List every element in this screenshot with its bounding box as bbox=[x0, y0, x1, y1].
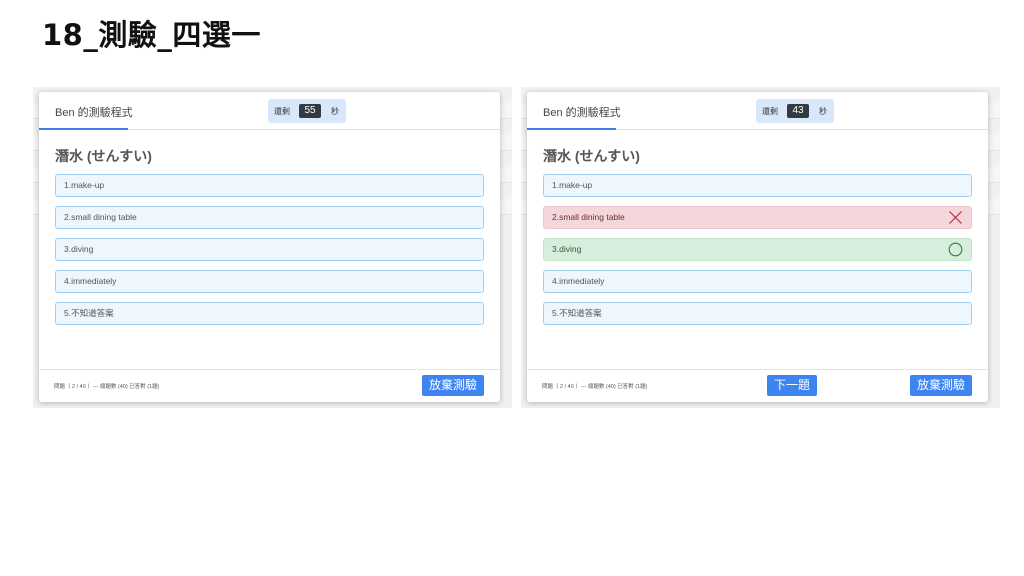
answer-option-5[interactable]: 5.不知道答案 bbox=[543, 302, 972, 325]
answer-option-5[interactable]: 5.不知道答案 bbox=[55, 302, 484, 325]
countdown-timer: 還剩 55 秒 bbox=[268, 99, 346, 123]
answer-option-4[interactable]: 4.immediately bbox=[543, 270, 972, 293]
question-text: 潛水 (せんすい) bbox=[55, 148, 152, 164]
question-text: 潛水 (せんすい) bbox=[543, 148, 640, 164]
quiz-modal: Ben 的測驗程式 還剩 55 秒 潛水 (せんすい) 1.make-up 2.… bbox=[39, 92, 500, 402]
timer-value: 55 bbox=[299, 104, 321, 118]
progress-status: 問題（ 2 / 40 ）--- 總題數 (40) 已答對 (1題) bbox=[54, 384, 160, 390]
answer-option-1[interactable]: 1.make-up bbox=[55, 174, 484, 197]
timer-prefix: 還剩 bbox=[274, 107, 290, 116]
program-name-tab[interactable]: Ben 的測驗程式 bbox=[543, 104, 621, 120]
timer-prefix: 還剩 bbox=[762, 107, 778, 116]
quiz-screenshot-after: Ben 的測驗程式 還剩 43 秒 潛水 (せんすい) 1.make-up 2.… bbox=[521, 87, 1000, 408]
answer-option-3[interactable]: 3.diving bbox=[55, 238, 484, 261]
quiz-modal: Ben 的測驗程式 還剩 43 秒 潛水 (せんすい) 1.make-up 2.… bbox=[527, 92, 988, 402]
answer-option-label: 3.diving bbox=[552, 244, 582, 254]
modal-header: Ben 的測驗程式 還剩 55 秒 bbox=[39, 92, 500, 130]
give-up-button[interactable]: 放棄測驗 bbox=[910, 375, 972, 396]
answer-option-4[interactable]: 4.immediately bbox=[55, 270, 484, 293]
next-question-button[interactable]: 下一題 bbox=[767, 375, 817, 396]
answer-option-2-wrong[interactable]: 2.small dining table bbox=[543, 206, 972, 229]
slide-title: 18_測驗_四選一 bbox=[42, 18, 261, 52]
cross-icon bbox=[949, 211, 962, 224]
answer-option-3-correct[interactable]: 3.diving bbox=[543, 238, 972, 261]
progress-status: 問題（ 2 / 40 ）--- 總題數 (40) 已答對 (1題) bbox=[542, 384, 648, 390]
answer-option-2[interactable]: 2.small dining table bbox=[55, 206, 484, 229]
give-up-button[interactable]: 放棄測驗 bbox=[422, 375, 484, 396]
answer-option-1[interactable]: 1.make-up bbox=[543, 174, 972, 197]
answer-option-label: 2.small dining table bbox=[552, 212, 625, 222]
quiz-screenshot-before: Ben 的測驗程式 還剩 55 秒 潛水 (せんすい) 1.make-up 2.… bbox=[33, 87, 512, 408]
active-tab-indicator bbox=[527, 128, 616, 130]
countdown-timer: 還剩 43 秒 bbox=[756, 99, 834, 123]
active-tab-indicator bbox=[39, 128, 128, 130]
timer-suffix: 秒 bbox=[331, 107, 339, 116]
modal-header: Ben 的測驗程式 還剩 43 秒 bbox=[527, 92, 988, 130]
timer-suffix: 秒 bbox=[819, 107, 827, 116]
timer-value: 43 bbox=[787, 104, 809, 118]
footer-divider bbox=[527, 369, 988, 370]
footer-divider bbox=[39, 369, 500, 370]
circle-check-icon bbox=[948, 242, 963, 257]
program-name-tab[interactable]: Ben 的測驗程式 bbox=[55, 104, 133, 120]
